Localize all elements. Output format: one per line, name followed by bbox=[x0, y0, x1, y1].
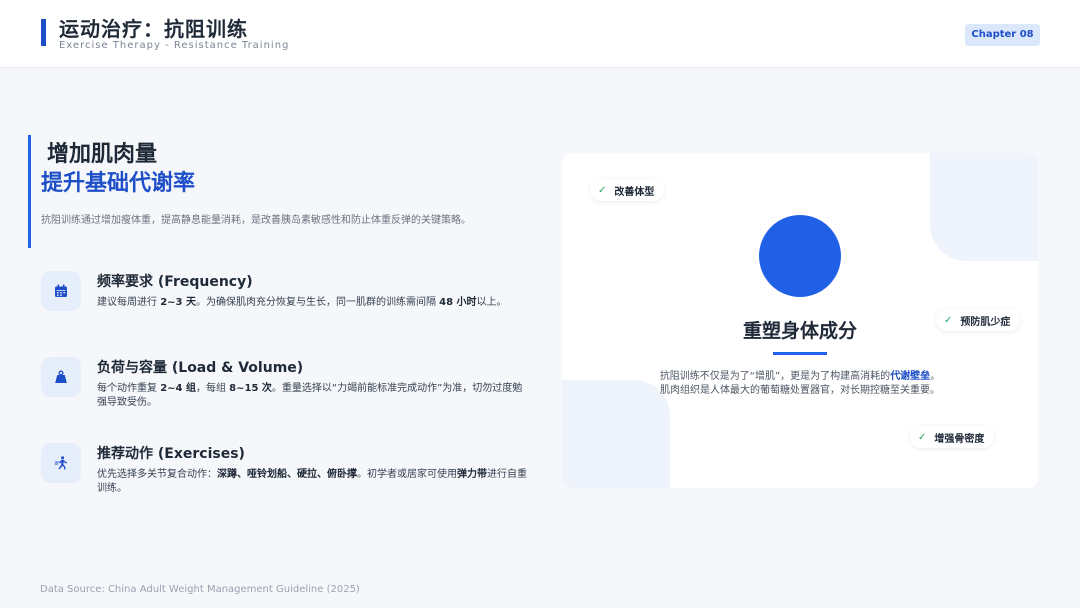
data-source: Data Source: China Adult Weight Manageme… bbox=[40, 584, 360, 595]
calendar-icon bbox=[41, 271, 81, 311]
check-icon: ✓ bbox=[918, 431, 927, 443]
check-icon: ✓ bbox=[598, 184, 607, 196]
card-title-underline bbox=[773, 352, 827, 355]
running-icon bbox=[41, 443, 81, 483]
chapter-badge: Chapter 08 bbox=[965, 24, 1040, 46]
heading-accent-bar bbox=[28, 135, 31, 248]
feature-description: 建议每周进行 2~3 天。为确保肌肉充分恢复与生长，同一肌群的训练需间隔 48 … bbox=[97, 297, 507, 308]
card-text: 抗阻训练不仅是为了“增肌”，更是为了构建高消耗的代谢壁垒。 肌肉组织是人体最大的… bbox=[659, 371, 941, 396]
body-composition-card: 重塑身体成分 抗阻训练不仅是为了“增肌”，更是为了构建高消耗的代谢壁垒。 肌肉组… bbox=[562, 153, 1038, 488]
benefit-tag: ✓ 预防肌少症 bbox=[936, 309, 1021, 331]
header-accent-bar bbox=[41, 19, 46, 46]
page-subtitle: Exercise Therapy - Resistance Training bbox=[59, 40, 290, 51]
intro-text: 抗阻训练通过增加瘦体重，提高静息能量消耗，是改善胰岛素敏感性和防止体重反弹的关键… bbox=[41, 215, 471, 226]
card-decoration bbox=[930, 153, 1038, 261]
hero-circle bbox=[759, 215, 841, 297]
feature-title: 频率要求 (Frequency) bbox=[97, 274, 253, 290]
check-icon: ✓ bbox=[944, 314, 953, 326]
benefit-tag: ✓ 增强骨密度 bbox=[910, 426, 995, 448]
feature-title: 负荷与容量 (Load & Volume) bbox=[97, 360, 304, 376]
heading-secondary: 提升基础代谢率 bbox=[41, 171, 196, 196]
header: 运动治疗：抗阻训练 Exercise Therapy - Resistance … bbox=[0, 0, 1080, 68]
heading-primary: 增加肌肉量 bbox=[47, 142, 158, 167]
weight-icon bbox=[41, 357, 81, 397]
feature-title: 推荐动作 (Exercises) bbox=[97, 446, 245, 462]
benefit-tag: ✓ 改善体型 bbox=[590, 179, 665, 201]
feature-description: 优先选择多关节复合动作：深蹲、哑铃划船、硬拉、俯卧撑。初学者或居家可使用弹力带进… bbox=[97, 469, 527, 494]
feature-description: 每个动作重复 2~4 组，每组 8~15 次。重量选择以“力竭前能标准完成动作”… bbox=[97, 383, 523, 408]
page-title: 运动治疗：抗阻训练 bbox=[59, 17, 248, 41]
